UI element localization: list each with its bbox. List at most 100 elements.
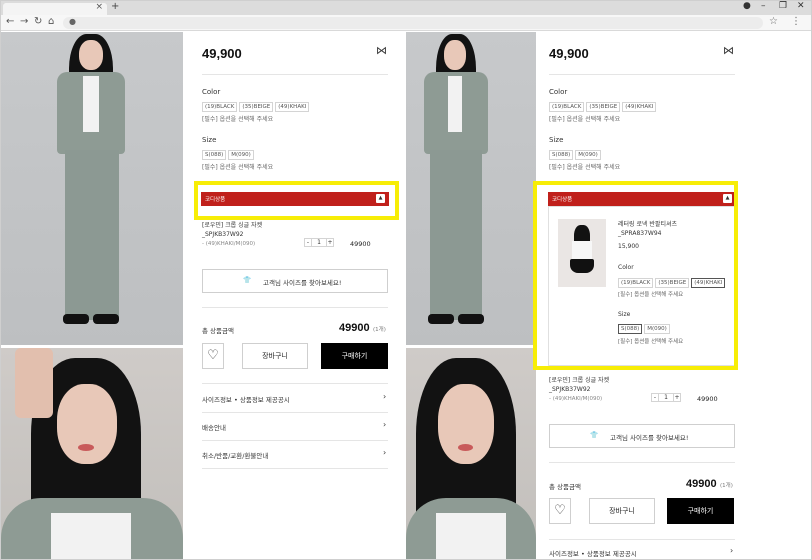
buy-now-button[interactable]: 구매하기: [321, 343, 388, 369]
window-close-icon[interactable]: ✕: [797, 1, 805, 11]
wishlist-heart-icon[interactable]: ♡: [202, 343, 224, 369]
address-bar[interactable]: ●: [63, 17, 763, 29]
divider: [202, 74, 388, 75]
model-shirt: [51, 513, 131, 559]
quantity-stepper[interactable]: - 1 +: [651, 393, 681, 402]
tab-close-icon[interactable]: ×: [95, 2, 103, 12]
divider: [549, 74, 735, 75]
reload-icon[interactable]: ↻: [34, 16, 42, 27]
model-shoe: [458, 314, 484, 324]
model-lips: [458, 444, 473, 451]
size-option-s[interactable]: S(088): [202, 150, 227, 160]
minimize-icon[interactable]: –: [761, 1, 766, 11]
bookmark-star-icon[interactable]: ☆: [769, 16, 778, 27]
quantity-stepper[interactable]: - 1 +: [304, 238, 334, 247]
total-price: 49900: [686, 478, 717, 490]
chevron-right-icon[interactable]: ›: [383, 392, 386, 401]
share-icon[interactable]: ⋈: [376, 44, 387, 57]
divider: [202, 383, 388, 384]
divider: [202, 307, 388, 308]
total-price: 49900: [339, 322, 370, 334]
size-options: S(088) M(090): [202, 150, 254, 160]
highlight-box: [533, 181, 738, 370]
color-option-khaki[interactable]: (49)KHAKI: [275, 102, 310, 112]
color-option-black[interactable]: (19)BLACK: [549, 102, 585, 112]
model-pants: [65, 150, 119, 320]
divider: [549, 462, 735, 463]
quantity-plus-button[interactable]: +: [326, 238, 334, 247]
selected-item-option: - (49)KHAKI/M(090): [202, 241, 256, 247]
divider: [549, 539, 735, 540]
quantity-minus-button[interactable]: -: [304, 238, 312, 247]
model-face: [79, 40, 103, 70]
record-icon[interactable]: ●: [743, 1, 751, 11]
model-pants: [430, 150, 482, 320]
menu-icon[interactable]: ⋮: [791, 16, 801, 27]
forward-icon[interactable]: →: [20, 16, 28, 27]
new-tab-icon[interactable]: +: [111, 1, 119, 12]
size-label: Size: [202, 136, 217, 144]
chevron-right-icon[interactable]: ›: [383, 420, 386, 429]
model-shoe: [63, 314, 89, 324]
model-face: [57, 384, 117, 464]
size-option-s[interactable]: S(088): [549, 150, 574, 160]
selected-item-code: _SPJKB37W92: [202, 231, 244, 238]
menu-size-info[interactable]: 사이즈정보 • 상품정보 제공공시: [202, 394, 290, 404]
model-lips: [78, 444, 94, 451]
size-finder-button[interactable]: 👕 고객님 사이즈를 찾아보세요!: [549, 424, 735, 448]
screenshot-frame: × + ● – ❐ ✕ ← → ↻ ⌂ ● ☆ ⋮ 49,900 ⋈ Color…: [0, 0, 812, 560]
model-shirt: [448, 76, 462, 132]
quantity-plus-button[interactable]: +: [673, 393, 681, 402]
restore-icon[interactable]: ❐: [779, 1, 787, 11]
chevron-right-icon[interactable]: ›: [383, 448, 386, 457]
tshirt-icon: 👕: [590, 431, 599, 439]
color-option-beige[interactable]: (35)BEIGE: [239, 102, 274, 112]
wishlist-heart-icon[interactable]: ♡: [549, 498, 571, 524]
color-option-beige[interactable]: (35)BEIGE: [586, 102, 621, 112]
size-option-m[interactable]: M(090): [228, 150, 254, 160]
size-required-note: [필수] 옵션을 선택해 주세요: [549, 164, 621, 171]
menu-size-info[interactable]: 사이즈정보 • 상품정보 제공공시: [549, 548, 637, 558]
menu-returns[interactable]: 취소/반품/교환/환불안내: [202, 450, 268, 460]
model-shirt: [83, 76, 99, 132]
model-hand: [15, 348, 53, 418]
size-finder-label: 고객님 사이즈를 찾아보세요!: [263, 279, 342, 287]
lock-icon: ●: [69, 17, 76, 26]
color-option-khaki[interactable]: (49)KHAKI: [622, 102, 657, 112]
browser-tab-bar: × + ● – ❐ ✕: [1, 1, 811, 15]
color-option-black[interactable]: (19)BLACK: [202, 102, 238, 112]
model-face: [438, 384, 494, 464]
product-photo-full-body: [406, 32, 536, 345]
product-photo-closeup: [1, 348, 183, 559]
selected-item-name: [로우민] 크롭 싱글 자켓: [549, 377, 610, 384]
product-price: 49,900: [202, 46, 242, 61]
quantity-minus-button[interactable]: -: [651, 393, 659, 402]
size-finder-button[interactable]: 👕 고객님 사이즈를 찾아보세요!: [202, 269, 388, 293]
size-required-note: [필수] 옵션을 선택해 주세요: [202, 164, 274, 171]
product-photo-full-body: [1, 32, 183, 345]
share-icon[interactable]: ⋈: [723, 44, 734, 57]
total-count: (1개): [373, 327, 386, 333]
add-to-cart-button[interactable]: 장바구니: [242, 343, 308, 369]
size-label: Size: [549, 136, 564, 144]
selected-item-option: - (49)KHAKI/M(090): [549, 396, 603, 402]
menu-shipping[interactable]: 배송안내: [202, 422, 226, 432]
home-icon[interactable]: ⌂: [48, 16, 54, 27]
product-info-panel-expanded: 49,900 ⋈ Color (19)BLACK (35)BEIGE (49)K…: [533, 32, 811, 559]
quantity-value[interactable]: 1: [659, 393, 673, 402]
size-option-m[interactable]: M(090): [575, 150, 601, 160]
add-to-cart-button[interactable]: 장바구니: [589, 498, 655, 524]
color-label: Color: [549, 88, 568, 96]
chevron-right-icon[interactable]: ›: [730, 546, 733, 555]
color-options: (19)BLACK (35)BEIGE (49)KHAKI: [202, 102, 310, 112]
browser-tab[interactable]: ×: [3, 2, 107, 15]
color-required-note: [필수] 옵션을 선택해 주세요: [202, 116, 274, 123]
product-price: 49,900: [549, 46, 589, 61]
divider: [202, 440, 388, 441]
color-label: Color: [202, 88, 221, 96]
divider: [202, 412, 388, 413]
back-icon[interactable]: ←: [6, 16, 14, 27]
selected-item-name: [로우민] 크롭 싱글 자켓: [202, 222, 263, 229]
buy-now-button[interactable]: 구매하기: [667, 498, 734, 524]
quantity-value[interactable]: 1: [312, 238, 326, 247]
